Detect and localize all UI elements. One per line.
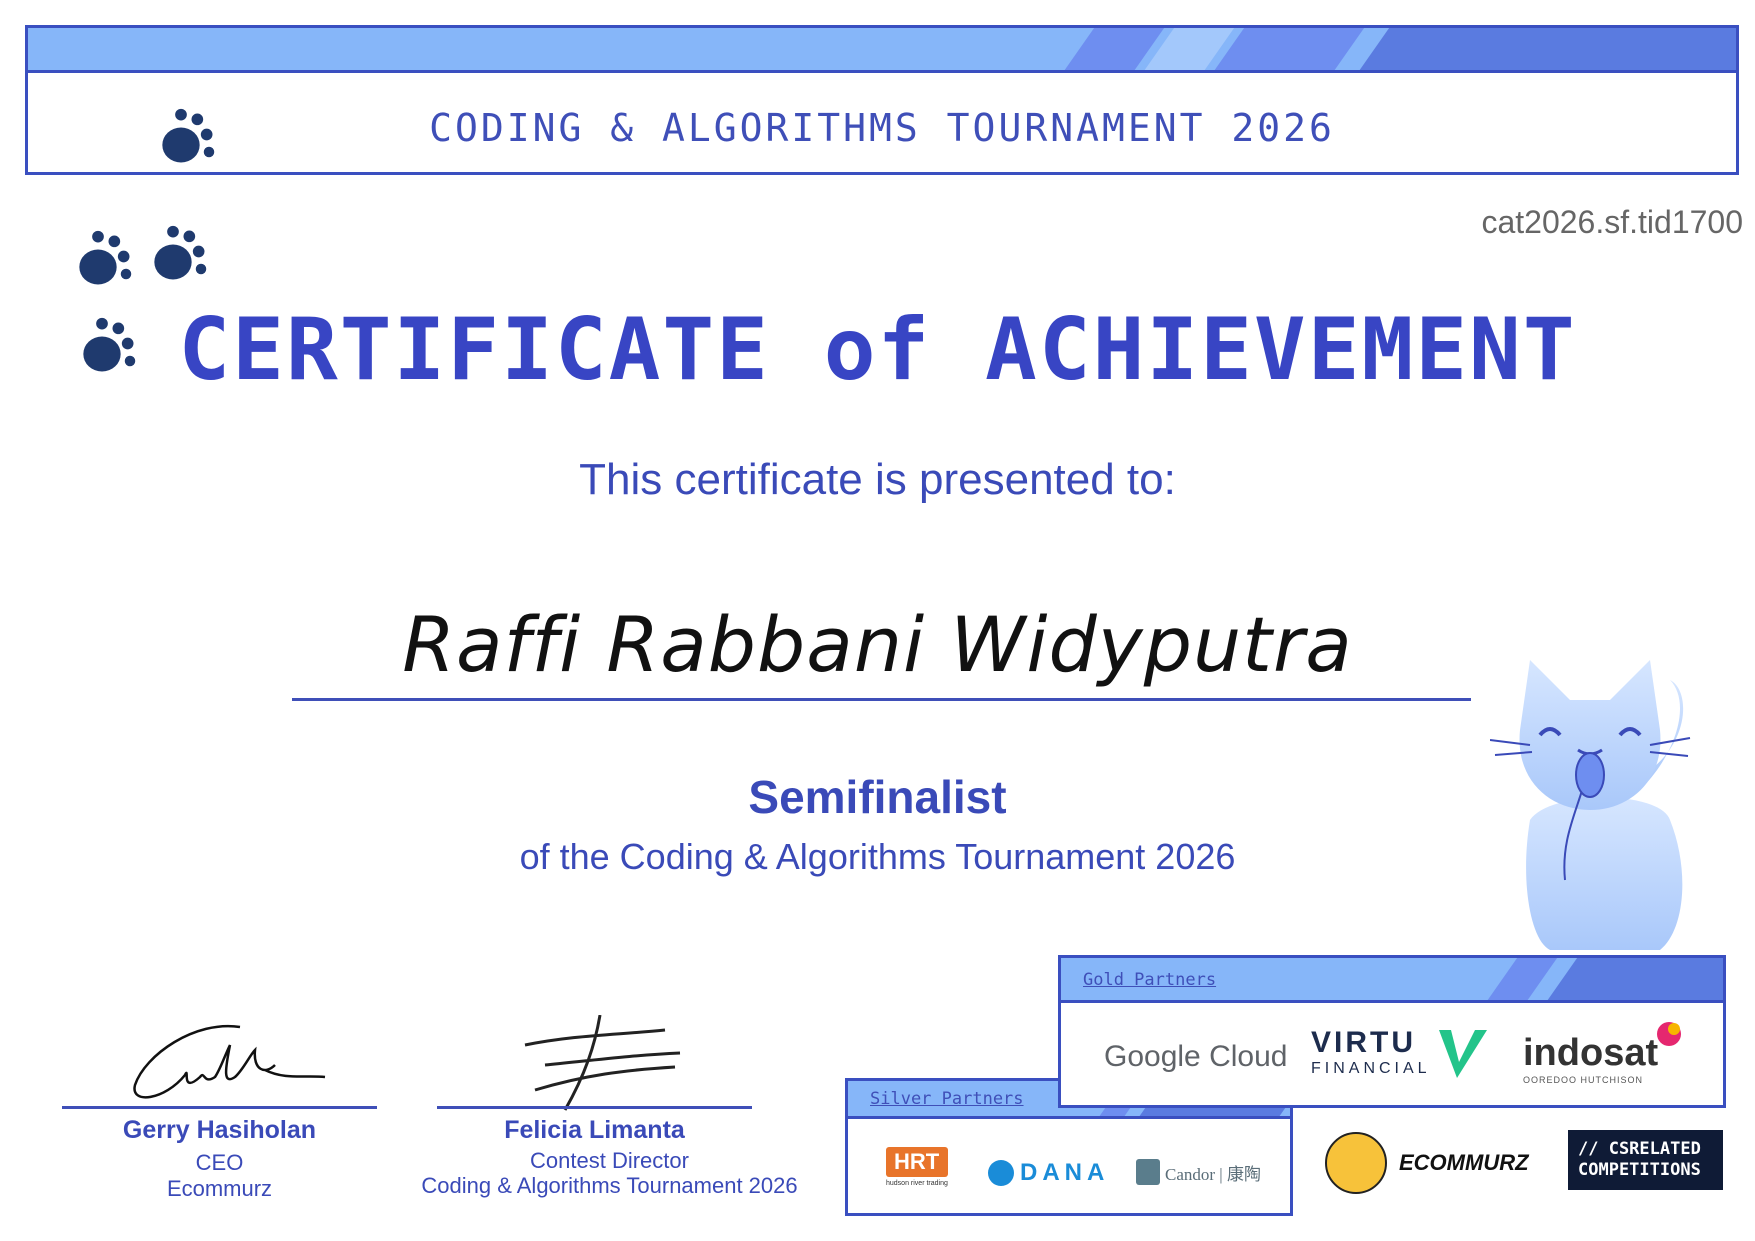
banner-bar [28,28,1736,73]
indosat-logo: indosat OOREDOO HUTCHISON [1523,1020,1681,1085]
signatory-org: Ecommurz [166,1176,273,1201]
ecommurz-cat-icon [1325,1132,1387,1194]
banner-title: CODING & ALGORITHMS TOURNAMENT 2026 [429,106,1335,150]
virtu-financial-logo: VIRTU FINANCIAL [1311,1026,1491,1082]
gold-partners-bar: Gold Partners [1061,958,1723,1003]
candor-logo: Candor | 康陶 [1136,1159,1261,1185]
hrt-logo: HRT hudson river trading [886,1147,948,1187]
gold-partners-label: Gold Partners [1083,970,1217,990]
cat-mascot-illustration [1490,660,1691,950]
signature-felicia [524,1015,681,1111]
silver-partners-label: Silver Partners [870,1089,1024,1109]
gold-partners-box: Gold Partners Google Cloud VIRTU FINANCI… [1058,955,1726,1108]
signatory-role: CEO [195,1150,244,1175]
cs-related-competitions-logo: // CSRELATED COMPETITIONS [1568,1130,1723,1190]
dana-logo: DANA [988,1159,1109,1187]
paw-icon [154,225,207,280]
certificate-title: CERTIFICATE of ACHIEVEMENT [178,300,1577,400]
signatory-name: Felicia Limanta [504,1116,685,1144]
signature-line [437,1106,752,1109]
certificate-id: cat2026.sf.tid1700 [1481,204,1743,240]
presented-to-text: This certificate is presented to: [579,455,1176,504]
name-underline [292,698,1471,701]
signatory-role: Contest Director [530,1148,689,1173]
signature-gerry [133,1024,326,1099]
ecommurz-logo: ECOMMURZ [1325,1132,1529,1194]
signature-line [62,1106,377,1109]
signatory-org: Coding & Algorithms Tournament 2026 [421,1173,798,1198]
header-banner: CODING & ALGORITHMS TOURNAMENT 2026 [25,25,1739,175]
google-cloud-logo: Google Cloud [1104,1040,1288,1073]
signatory-name: Gerry Hasiholan [122,1116,317,1144]
paw-icon [79,230,132,285]
